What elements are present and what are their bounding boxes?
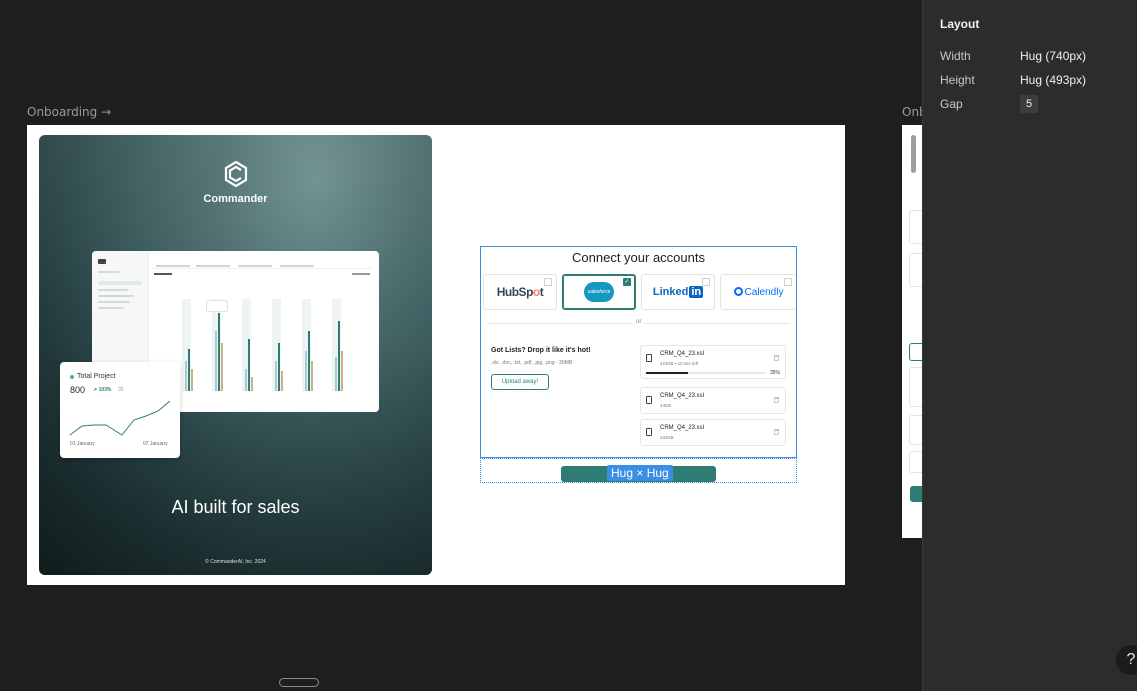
checkbox-icon[interactable] — [702, 278, 710, 286]
file-item: CRM_Q4_23.xsl 234KB — [640, 419, 786, 446]
file-icon — [646, 428, 652, 436]
file-icon — [646, 396, 652, 404]
hero-panel: Commander Total Project 800 ↗ 103% 35 01… — [39, 135, 432, 575]
bottom-handle[interactable] — [279, 678, 319, 687]
commander-logo-icon — [224, 160, 248, 188]
file-name: CRM_Q4_23.xsl — [660, 393, 705, 399]
account-salesforce[interactable]: ✓ salesforce — [562, 274, 636, 310]
brand-name: Commander — [203, 193, 268, 205]
option-box[interactable] — [909, 367, 922, 407]
trash-icon[interactable] — [774, 429, 779, 435]
card-trend-value: 103% — [98, 387, 112, 393]
hug-size-badge: Hug × Hug — [607, 465, 673, 481]
trash-icon[interactable] — [774, 397, 779, 403]
dashboard-preview-bars — [152, 291, 374, 401]
connect-accounts-panel[interactable]: Connect your accounts HubSpot ✓ salesfor… — [480, 246, 797, 458]
account-hubspot[interactable]: HubSpot — [483, 274, 557, 310]
file-meta: 44KB — [660, 403, 672, 408]
input-box[interactable] — [909, 210, 922, 244]
card-value: 800 — [70, 385, 86, 395]
height-value[interactable]: Hug (493px) — [1020, 73, 1086, 87]
height-label: Height — [940, 73, 975, 87]
gap-label: Gap — [940, 97, 963, 111]
dashboard-preview-kpis — [152, 257, 373, 269]
upload-percent: 35% — [769, 370, 780, 376]
scrollbar[interactable] — [911, 135, 916, 173]
salesforce-logo: salesforce — [584, 282, 614, 302]
option-box[interactable] — [909, 415, 922, 445]
width-label: Width — [940, 49, 971, 63]
card-sub: 35 — [118, 387, 124, 393]
trend-line-chart — [69, 400, 171, 436]
drop-formats: .xls, .doc, .txt, .pdf, .jpg, .png · 30M… — [491, 360, 573, 366]
account-linkedin[interactable]: Linked in — [641, 274, 715, 310]
status-dot — [70, 375, 74, 379]
file-meta: 234KB — [660, 435, 674, 440]
input-box[interactable] — [909, 253, 922, 287]
trash-icon[interactable] — [774, 355, 779, 361]
total-project-card: Total Project 800 ↗ 103% 35 01 January 0… — [60, 362, 180, 458]
card-trend: ↗ 103% — [93, 387, 112, 393]
onboarding-frame-2[interactable] — [902, 125, 922, 538]
tagline: AI built for sales — [171, 497, 300, 517]
upload-progress — [646, 372, 765, 374]
hubspot-logo: HubSpot — [496, 285, 544, 299]
file-name: CRM_Q4_23.xsl — [660, 351, 705, 357]
option-box[interactable] — [909, 451, 922, 473]
upload-button[interactable]: Upload away! — [491, 374, 549, 390]
help-button[interactable]: ? — [1116, 645, 1137, 675]
file-item: CRM_Q4_23.xsl 44KB — [640, 387, 786, 414]
copyright: © CommanderAI, Inc. 2024 — [205, 559, 266, 565]
connect-title: Connect your accounts — [572, 250, 705, 265]
primary-button[interactable] — [910, 486, 922, 502]
card-title: Total Project — [77, 373, 116, 380]
checkbox-checked-icon[interactable]: ✓ — [623, 278, 631, 286]
width-value[interactable]: Hug (740px) — [1020, 49, 1086, 63]
dashboard-preview-tooltip — [206, 300, 228, 312]
checkbox-icon[interactable] — [784, 278, 792, 286]
checkbox-icon[interactable] — [544, 278, 552, 286]
file-name: CRM_Q4_23.xsl — [660, 425, 705, 431]
inspector-title: Layout — [940, 17, 980, 31]
or-label: or — [633, 319, 645, 325]
file-icon — [646, 354, 652, 362]
gap-value-input[interactable]: 5 — [1020, 95, 1038, 113]
account-calendly[interactable]: Calendly — [720, 274, 796, 310]
file-meta: 424KB • 10 sec left — [660, 361, 699, 366]
linkedin-logo: Linked in — [652, 286, 704, 298]
card-date-start: 01 January — [70, 441, 95, 447]
card-date-end: 07 January — [143, 441, 168, 447]
calendly-logo: Calendly — [733, 286, 783, 298]
option-box[interactable] — [909, 343, 922, 361]
layout-inspector: Layout Width Hug (740px) Height Hug (493… — [922, 0, 1137, 691]
onboarding-frame[interactable]: Commander Total Project 800 ↗ 103% 35 01… — [27, 125, 845, 585]
drop-title: Got Lists? Drop it like it's hot! — [491, 347, 591, 354]
file-item-uploading: CRM_Q4_23.xsl 424KB • 10 sec left 35% — [640, 345, 786, 379]
frame-label-onboarding[interactable]: Onboarding → — [27, 105, 111, 119]
